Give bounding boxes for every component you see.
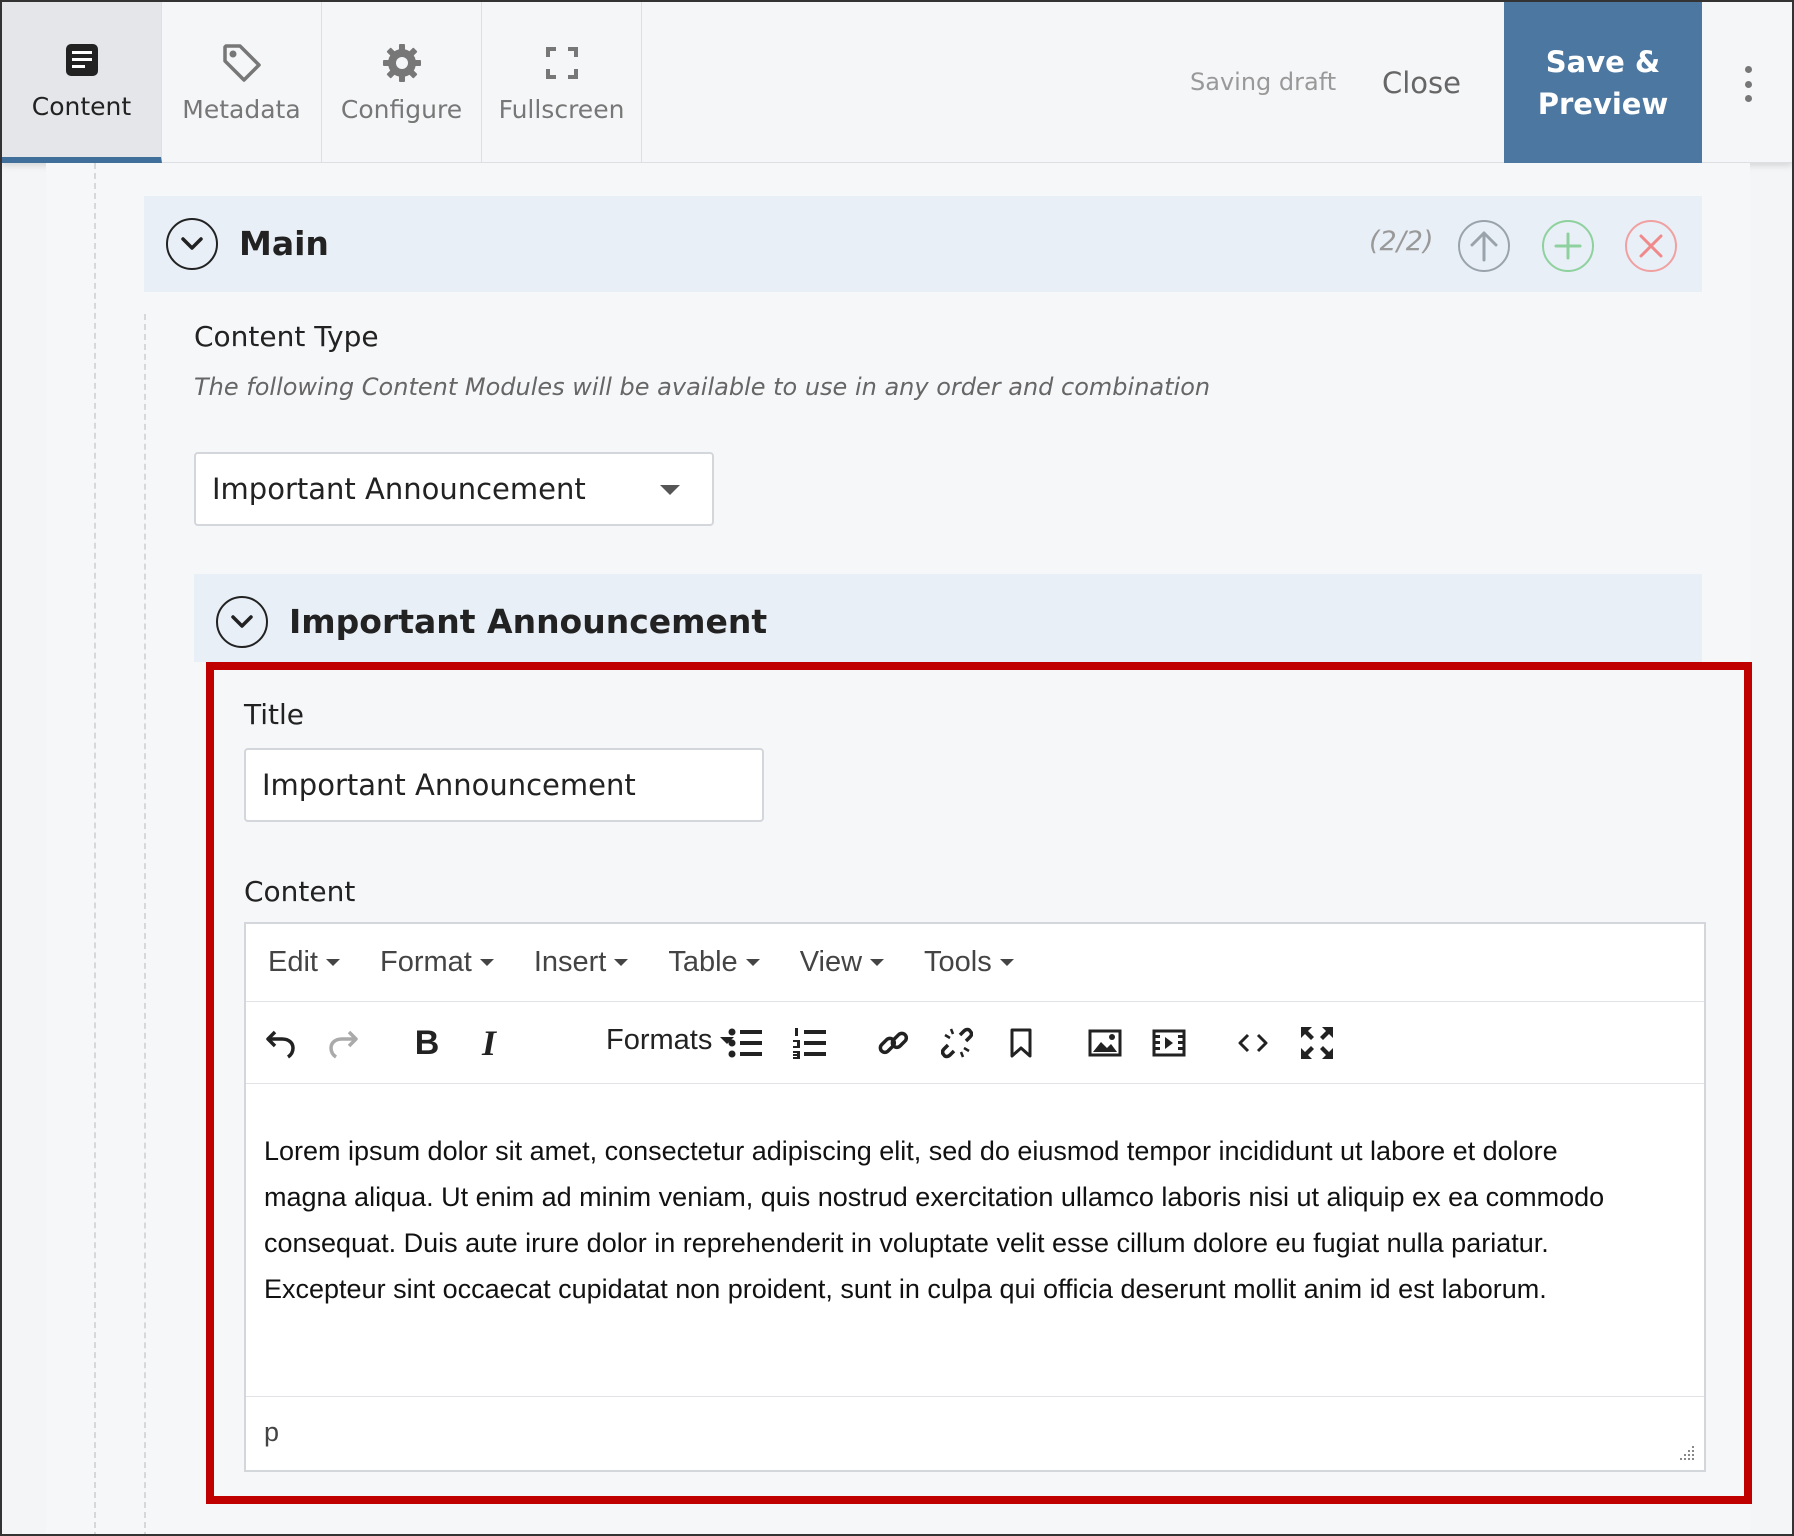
caret-down-icon (479, 959, 494, 966)
tab-metadata[interactable]: Metadata (162, 2, 322, 163)
editor-statusbar: p (246, 1396, 1704, 1470)
redo-icon[interactable] (320, 1020, 366, 1066)
menu-format[interactable]: Format (380, 946, 494, 979)
title-input[interactable] (244, 748, 764, 822)
module-title: Important Announcement (289, 602, 768, 641)
move-up-icon (1470, 231, 1498, 262)
numbered-list-icon[interactable] (786, 1020, 832, 1066)
tab-configure[interactable]: Configure (322, 2, 482, 163)
resize-handle-icon[interactable] (1678, 1444, 1696, 1462)
menu-table[interactable]: Table (668, 946, 760, 979)
editor-toolbar: B I Formats (246, 1002, 1704, 1084)
tab-fullscreen-label: Fullscreen (498, 95, 625, 124)
nesting-guide (94, 163, 96, 1534)
content-field-label: Content (244, 875, 356, 908)
module-header: Important Announcement (194, 574, 1702, 662)
title-field-label: Title (244, 698, 305, 731)
menu-insert-label: Insert (533, 946, 607, 978)
menu-format-label: Format (379, 946, 472, 978)
top-toolbar: Content Metadata Configure Fullscreen Sa… (2, 2, 1792, 163)
caret-down-icon (325, 959, 340, 966)
bookmark-icon[interactable] (998, 1020, 1044, 1066)
tab-content-label: Content (31, 92, 132, 121)
main-section-title: Main (239, 224, 329, 263)
menu-view[interactable]: View (799, 946, 885, 979)
add-icon (1554, 232, 1582, 260)
caret-down-icon (999, 959, 1014, 966)
menu-table-label: Table (668, 946, 738, 978)
menu-edit[interactable]: Edit (268, 946, 340, 979)
bullet-list-icon[interactable] (722, 1020, 768, 1066)
saving-status: Saving draft (1190, 68, 1337, 96)
menu-edit-label: Edit (268, 946, 318, 978)
kebab-menu-icon[interactable] (1738, 66, 1758, 102)
fullscreen-icon (545, 41, 578, 85)
app-window: Content Metadata Configure Fullscreen Sa… (0, 0, 1794, 1536)
bold-icon[interactable]: B (404, 1020, 450, 1066)
menu-tools[interactable]: Tools (924, 946, 1014, 979)
editor-line: magna aliqua. Ut enim ad minim veniam, q… (264, 1182, 1605, 1212)
collapse-main-button[interactable] (166, 218, 218, 270)
menu-view-label: View (799, 946, 863, 978)
element-path[interactable]: p (264, 1417, 279, 1448)
remove-icon (1639, 234, 1663, 258)
caret-down-icon (870, 959, 885, 966)
undo-icon[interactable] (258, 1020, 304, 1066)
formats-dropdown[interactable]: Formats (606, 1024, 735, 1057)
link-icon[interactable] (870, 1020, 916, 1066)
save-label-line1: Save & (1545, 44, 1661, 79)
tab-configure-label: Configure (340, 95, 463, 124)
gear-icon (381, 41, 423, 85)
unlink-icon[interactable] (934, 1020, 980, 1066)
chevron-down-icon (231, 615, 253, 628)
tab-content[interactable]: Content (2, 2, 162, 163)
italic-icon[interactable]: I (466, 1020, 512, 1066)
nesting-guide (144, 314, 146, 1534)
save-preview-button[interactable]: Save & Preview (1504, 2, 1702, 163)
add-section-button[interactable] (1542, 220, 1594, 272)
collapse-module-button[interactable] (216, 596, 268, 648)
tab-fullscreen[interactable]: Fullscreen (482, 2, 642, 163)
section-counter: (2/2) (1369, 226, 1434, 257)
editor-menubar: Edit Format Insert Table View Tools (246, 924, 1704, 1002)
fullscreen-icon[interactable] (1294, 1020, 1340, 1066)
editor-line: Excepteur sint occaecat cupidatat non pr… (264, 1274, 1547, 1304)
caret-down-icon (614, 959, 629, 966)
chevron-down-icon (181, 237, 203, 250)
editor-line: consequat. Duis aute irure dolor in repr… (264, 1228, 1549, 1258)
main-section-header: Main (2/2) (144, 196, 1702, 292)
code-icon[interactable] (1230, 1020, 1276, 1066)
editor-body[interactable]: Lorem ipsum dolor sit amet, consectetur … (264, 1128, 1694, 1312)
save-label-line2: Preview (1537, 86, 1669, 121)
remove-section-button[interactable] (1625, 220, 1677, 272)
formats-label: Formats (606, 1024, 713, 1056)
editor-line: Lorem ipsum dolor sit amet, consectetur … (264, 1136, 1558, 1166)
rich-text-editor: Edit Format Insert Table View Tools B I … (244, 922, 1706, 1472)
document-icon (64, 38, 100, 82)
caret-down-icon (745, 959, 760, 966)
dropdown-caret-icon (660, 485, 680, 495)
content-type-label: Content Type (194, 320, 379, 353)
menu-insert[interactable]: Insert (534, 946, 629, 979)
move-up-button[interactable] (1458, 220, 1510, 272)
content-type-select[interactable]: Important Announcement (194, 452, 714, 526)
tab-metadata-label: Metadata (182, 95, 301, 124)
content-type-help: The following Content Modules will be av… (194, 373, 1211, 401)
tag-icon (221, 41, 263, 85)
menu-tools-label: Tools (924, 946, 992, 978)
image-icon[interactable] (1082, 1020, 1128, 1066)
content-type-selected: Important Announcement (212, 472, 586, 506)
close-button[interactable]: Close (1382, 66, 1461, 100)
media-icon[interactable] (1146, 1020, 1192, 1066)
